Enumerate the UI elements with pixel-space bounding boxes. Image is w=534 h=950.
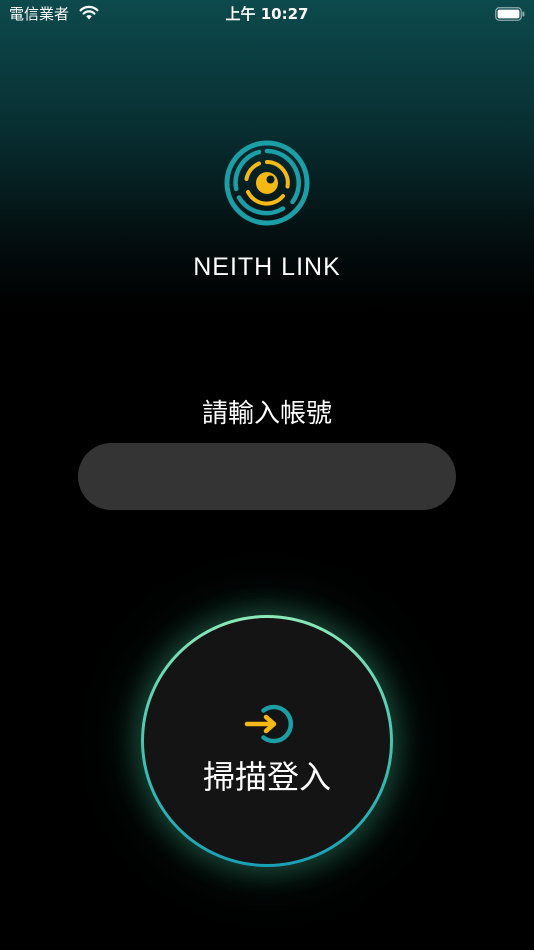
neith-eye-logo [224,140,310,226]
scan-login-button[interactable]: 掃描登入 [141,615,393,867]
scan-button-face: 掃描登入 [144,618,390,864]
account-input[interactable] [78,443,456,510]
scan-login-label: 掃描登入 [202,758,331,796]
login-arrow-icon [244,704,294,744]
app-screen: 電信業者 上午 10:27 NEITH LINK 請輸入帳號 掃描登入 [0,0,534,950]
brand-wordmark: NEITH LINK [193,253,341,281]
account-label: 請輸入帳號 [201,399,332,429]
status-bar: 電信業者 上午 10:27 [0,0,534,28]
status-time: 上午 10:27 [225,5,309,23]
battery-icon [495,7,525,21]
